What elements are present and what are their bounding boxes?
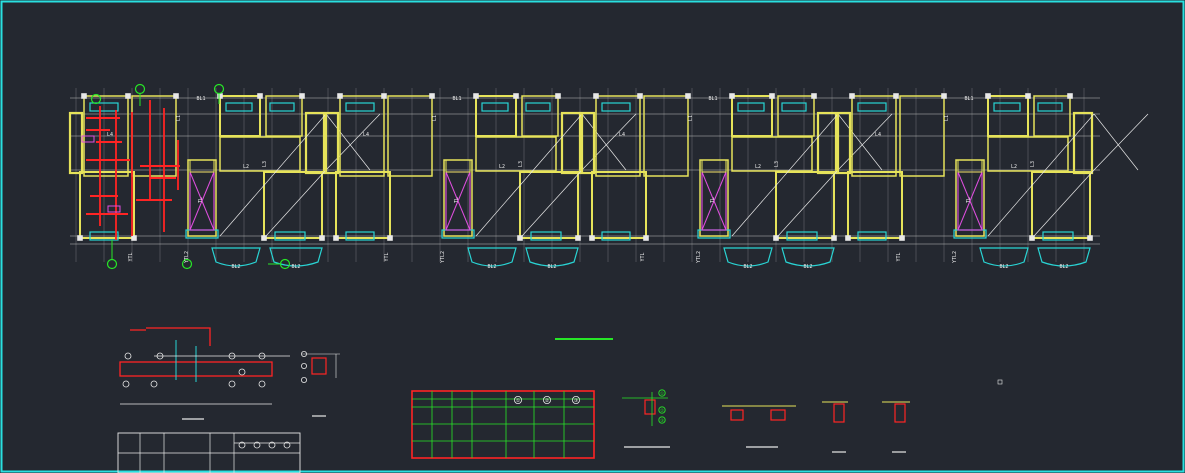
column	[387, 235, 393, 241]
column	[257, 93, 263, 99]
plan-label: YTL	[896, 252, 902, 261]
plan-label: L1	[944, 115, 950, 121]
plan-label: L4	[619, 132, 625, 138]
column	[299, 93, 305, 99]
column	[985, 93, 991, 99]
plan-label: L3	[262, 161, 268, 167]
column	[637, 93, 643, 99]
column	[589, 235, 595, 241]
column	[1087, 235, 1093, 241]
plan-label: YTL2	[440, 251, 446, 263]
plan-label: L1	[688, 115, 694, 121]
column	[319, 235, 325, 241]
plan-label: TL	[198, 197, 204, 203]
column	[473, 93, 479, 99]
column	[429, 93, 435, 99]
column	[555, 93, 561, 99]
plan-label: L4	[875, 132, 881, 138]
column	[381, 93, 387, 99]
plan-label: YTL	[128, 252, 134, 261]
column	[575, 235, 581, 241]
column	[337, 93, 343, 99]
column	[81, 93, 87, 99]
plan-label: L2	[499, 164, 505, 170]
plan-label: YTL2	[184, 251, 190, 263]
column	[1029, 235, 1035, 241]
table-header-marker: ①	[516, 398, 521, 404]
column	[849, 93, 855, 99]
plan-label: TL	[966, 197, 972, 203]
column	[811, 93, 817, 99]
column	[217, 93, 223, 99]
plan-label: TL	[454, 197, 460, 203]
plan-label: YTL	[384, 252, 390, 261]
column	[333, 235, 339, 241]
column	[941, 93, 947, 99]
column	[517, 235, 523, 241]
plan-label: L4	[363, 132, 369, 138]
plan-label: L2	[755, 164, 761, 170]
column	[593, 93, 599, 99]
column	[643, 235, 649, 241]
table-header-marker: ②	[545, 398, 550, 404]
plan-label: BL1	[452, 96, 461, 102]
plan-label: BL2	[487, 264, 496, 270]
plan-label: BL2	[291, 264, 300, 270]
plan-label: BL2	[743, 264, 752, 270]
plan-label: BL2	[231, 264, 240, 270]
plan-label: YTL	[640, 252, 646, 261]
plan-label: L3	[518, 161, 524, 167]
plan-label: L2	[1011, 164, 1017, 170]
plan-label: BL1	[964, 96, 973, 102]
column	[261, 235, 267, 241]
column	[729, 93, 735, 99]
plan-label: BL2	[999, 264, 1008, 270]
cad-drawing-canvas: BL1 L2 L4 BL2 BL2 YTL YTL2 L3 TL L1 BL1 L2 L4 BL2 BL2 Y…	[0, 0, 1185, 473]
column	[769, 93, 775, 99]
plan-label: YTL2	[952, 251, 958, 263]
plan-label: L2	[243, 164, 249, 170]
column	[131, 235, 137, 241]
plan-label: YTL2	[696, 251, 702, 263]
column	[893, 93, 899, 99]
column	[831, 235, 837, 241]
column	[685, 93, 691, 99]
column	[1025, 93, 1031, 99]
plan-label: L3	[774, 161, 780, 167]
plan-label: BL1	[196, 96, 205, 102]
column	[1067, 93, 1073, 99]
column	[899, 235, 905, 241]
plan-label: L1	[176, 115, 182, 121]
plan-label: L3	[1030, 161, 1036, 167]
column	[845, 235, 851, 241]
plan-label: BL2	[803, 264, 812, 270]
plan-label: BL2	[547, 264, 556, 270]
column	[173, 93, 179, 99]
plan-label: BL1	[708, 96, 717, 102]
plan-label: L1	[432, 115, 438, 121]
column	[513, 93, 519, 99]
column	[773, 235, 779, 241]
plan-label: TL	[710, 197, 716, 203]
table-header-marker: ③	[574, 398, 579, 404]
column	[125, 93, 131, 99]
plan-label: L4	[107, 132, 113, 138]
column	[77, 235, 83, 241]
plan-label: BL2	[1059, 264, 1068, 270]
